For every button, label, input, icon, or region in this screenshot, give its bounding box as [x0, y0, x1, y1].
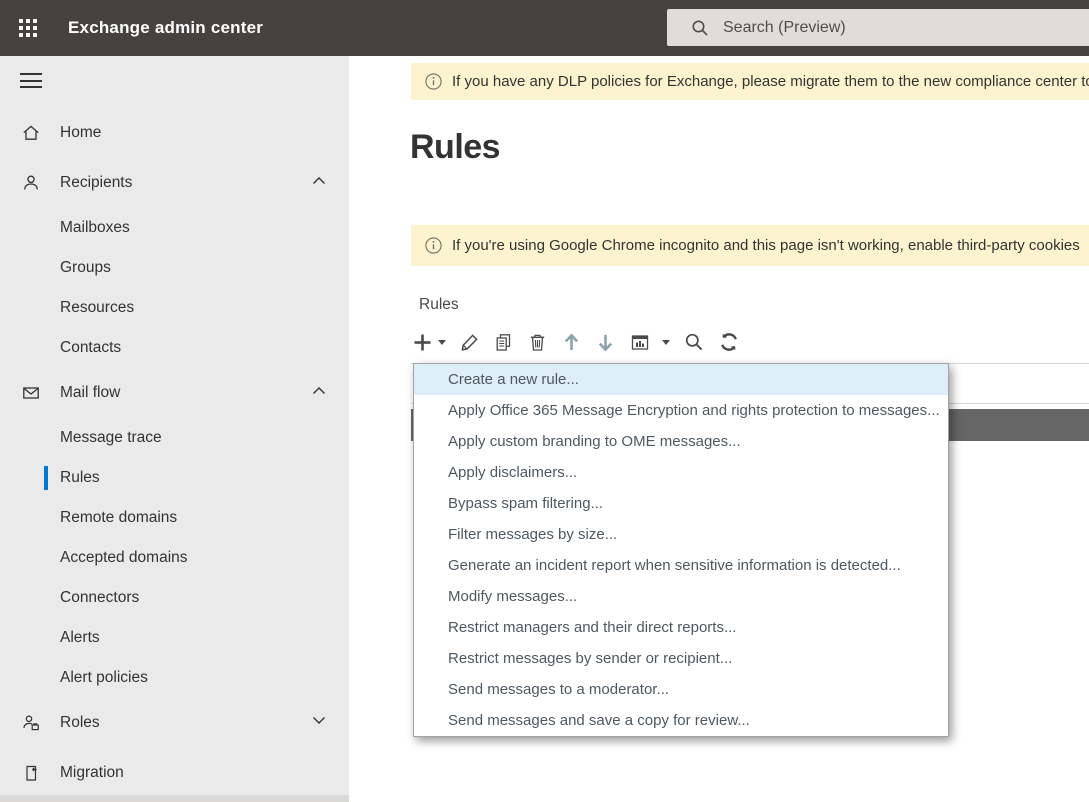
info-icon — [425, 73, 442, 90]
roles-icon — [21, 713, 41, 733]
sidebar-scroll-edge — [0, 795, 349, 802]
search-input[interactable] — [709, 9, 1089, 46]
copy-icon — [493, 332, 514, 353]
report-dropdown-caret-icon — [662, 340, 670, 345]
sidebar-item-label: Groups — [60, 259, 111, 277]
menu-item-incident-report[interactable]: Generate an incident report when sensiti… — [414, 550, 948, 581]
menu-item-ome-branding[interactable]: Apply custom branding to OME messages... — [414, 426, 948, 457]
menu-item-save-copy-for-review[interactable]: Send messages and save a copy for review… — [414, 705, 948, 736]
sidebar-item-migration[interactable]: Migration — [0, 756, 349, 790]
suite-header: Exchange admin center — [0, 0, 1089, 56]
hamburger-menu-icon[interactable] — [20, 73, 42, 90]
delete-button[interactable] — [527, 332, 548, 353]
refresh-button[interactable] — [718, 331, 740, 353]
menu-item-restrict-managers[interactable]: Restrict managers and their direct repor… — [414, 612, 948, 643]
add-dropdown-caret-icon — [438, 340, 446, 345]
search-box[interactable] — [667, 9, 1089, 46]
sidebar-item-label: Rules — [60, 469, 100, 487]
sidebar-item-roles[interactable]: Roles — [0, 706, 349, 740]
sidebar-item-label: Alert policies — [60, 669, 148, 687]
mail-icon — [21, 383, 41, 403]
trash-icon — [527, 332, 548, 353]
sidebar-item-message-trace[interactable]: Message trace — [0, 421, 349, 455]
menu-item-send-to-moderator[interactable]: Send messages to a moderator... — [414, 674, 948, 705]
sidebar-item-label: Roles — [60, 714, 100, 732]
sidebar-item-label: Recipients — [60, 174, 132, 192]
person-icon — [21, 173, 41, 193]
info-banner-dlp: If you have any DLP policies for Exchang… — [411, 63, 1089, 100]
add-icon — [412, 332, 433, 353]
menu-item-bypass-spam[interactable]: Bypass spam filtering... — [414, 488, 948, 519]
page-title: Rules — [410, 128, 500, 167]
banner-text: If you're using Google Chrome incognito … — [452, 237, 1080, 254]
sidebar-item-contacts[interactable]: Contacts — [0, 331, 349, 365]
sidebar-item-home[interactable]: Home — [0, 116, 349, 150]
app-title: Exchange admin center — [68, 0, 263, 56]
new-rule-dropdown-menu: Create a new rule... Apply Office 365 Me… — [413, 363, 949, 737]
sidebar-item-alert-policies[interactable]: Alert policies — [0, 661, 349, 695]
rules-toolbar — [412, 322, 740, 362]
sidebar-item-mailboxes[interactable]: Mailboxes — [0, 211, 349, 245]
copy-button[interactable] — [493, 332, 514, 353]
sidebar-item-label: Mailboxes — [60, 219, 130, 237]
move-up-button[interactable] — [561, 332, 582, 353]
selected-indicator — [44, 466, 48, 490]
sidebar-item-label: Remote domains — [60, 509, 177, 527]
search-rules-button[interactable] — [683, 331, 705, 353]
report-icon — [629, 332, 651, 353]
sidebar-item-mail-flow[interactable]: Mail flow — [0, 376, 349, 410]
info-banner-cookies: If you're using Google Chrome incognito … — [411, 225, 1089, 266]
sidebar-item-label: Mail flow — [60, 384, 120, 402]
menu-item-create-new-rule[interactable]: Create a new rule... — [414, 364, 948, 395]
move-down-button[interactable] — [595, 332, 616, 353]
sidebar-item-remote-domains[interactable]: Remote domains — [0, 501, 349, 535]
add-button[interactable] — [412, 332, 446, 353]
sidebar-item-resources[interactable]: Resources — [0, 291, 349, 325]
edit-pencil-icon — [459, 332, 480, 353]
chevron-down-icon — [312, 716, 326, 725]
info-icon — [425, 237, 442, 254]
sidebar-item-alerts[interactable]: Alerts — [0, 621, 349, 655]
sidebar-item-label: Message trace — [60, 429, 162, 447]
edit-button[interactable] — [459, 332, 480, 353]
banner-text: If you have any DLP policies for Exchang… — [452, 73, 1089, 90]
sidebar-item-label: Home — [60, 124, 101, 142]
refresh-icon — [718, 331, 740, 353]
report-button[interactable] — [629, 332, 670, 353]
sidebar-item-label: Resources — [60, 299, 134, 317]
sidebar-item-rules[interactable]: Rules — [0, 461, 349, 495]
sidebar-item-recipients[interactable]: Recipients — [0, 166, 349, 200]
sidebar-item-label: Alerts — [60, 629, 100, 647]
home-icon — [21, 123, 41, 143]
chevron-up-icon — [312, 386, 326, 395]
arrow-down-icon — [595, 332, 616, 353]
search-icon — [691, 19, 709, 37]
chevron-up-icon — [312, 176, 326, 185]
migration-icon — [21, 763, 41, 783]
menu-item-restrict-sender-recipient[interactable]: Restrict messages by sender or recipient… — [414, 643, 948, 674]
left-nav: Home Recipients Mailboxes Groups Resourc… — [0, 56, 349, 802]
app-launcher-waffle-icon[interactable] — [17, 17, 39, 39]
sidebar-item-label: Accepted domains — [60, 549, 188, 567]
sidebar-item-label: Contacts — [60, 339, 121, 357]
magnifier-icon — [683, 331, 705, 353]
sidebar-item-label: Connectors — [60, 589, 139, 607]
arrow-up-icon — [561, 332, 582, 353]
menu-item-modify-messages[interactable]: Modify messages... — [414, 581, 948, 612]
main-content: If you have any DLP policies for Exchang… — [349, 56, 1089, 802]
menu-item-ome-encryption[interactable]: Apply Office 365 Message Encryption and … — [414, 395, 948, 426]
menu-item-filter-by-size[interactable]: Filter messages by size... — [414, 519, 948, 550]
sidebar-item-connectors[interactable]: Connectors — [0, 581, 349, 615]
sidebar-item-label: Migration — [60, 764, 124, 782]
list-caption: Rules — [419, 296, 459, 314]
sidebar-item-accepted-domains[interactable]: Accepted domains — [0, 541, 349, 575]
menu-item-apply-disclaimers[interactable]: Apply disclaimers... — [414, 457, 948, 488]
sidebar-item-groups[interactable]: Groups — [0, 251, 349, 285]
